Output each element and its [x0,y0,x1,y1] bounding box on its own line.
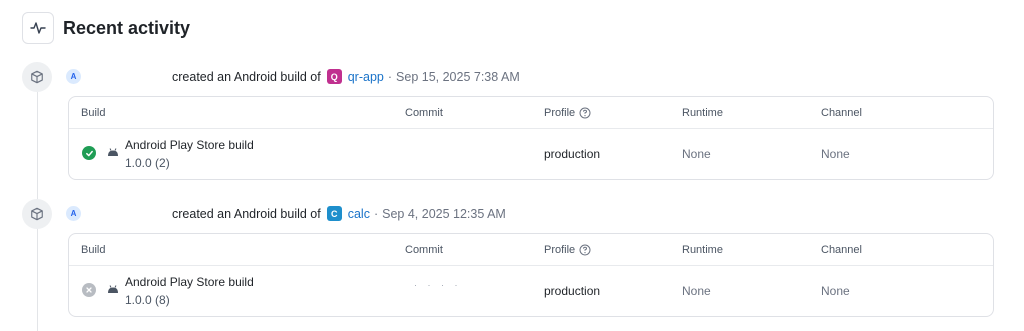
build-table: Build Commit Profile Runtime Channel And… [68,233,994,317]
username-redacted [85,70,172,84]
help-circle-icon[interactable] [579,107,591,119]
column-runtime: Runtime [682,107,723,119]
activity-action: created an Android build of [172,206,321,221]
build-table: Build Commit Profile Runtime Channel And… [68,96,994,180]
channel-value: None [821,284,850,298]
column-profile: Profile [544,244,591,256]
runtime-value: None [682,284,711,298]
android-icon [107,285,119,294]
separator: · [387,69,393,84]
app-badge: Q [326,69,342,84]
build-version: 1.0.0 (2) [125,156,170,170]
column-commit: Commit [405,244,443,256]
table-header: Build Commit Profile Runtime Channel [69,234,993,266]
timestamp: Sep 15, 2025 7:38 AM [396,69,520,84]
page-title: Recent activity [63,17,191,38]
success-check-icon [82,146,96,160]
app-link[interactable]: qr-app [348,70,384,84]
column-runtime: Runtime [682,244,723,256]
app-link[interactable]: calc [348,207,370,221]
recent-activity-header: Recent activity [22,12,190,44]
activity-meta: A created an Android build of C calc · S… [66,206,506,221]
help-circle-icon[interactable] [579,244,591,256]
activity-action: created an Android build of [172,69,321,84]
column-profile: Profile [544,107,591,119]
android-icon [107,148,119,157]
avatar[interactable]: A [66,206,81,221]
table-row[interactable]: Android Play Store build 1.0.0 (8) · · ·… [69,266,993,316]
separator: · [373,206,379,221]
avatar[interactable]: A [66,69,81,84]
column-profile-label: Profile [544,244,576,256]
activity-icon [22,12,54,44]
profile-value: production [544,147,601,161]
column-build: Build [81,244,106,256]
commit-value: · · · · [414,280,462,290]
timestamp: Sep 4, 2025 12:35 AM [382,206,506,221]
app-badge: C [326,206,342,221]
profile-value: production [544,284,601,298]
column-channel: Channel [821,107,862,119]
canceled-x-icon [82,283,96,297]
channel-value: None [821,147,850,161]
column-commit: Commit [405,107,443,119]
column-channel: Channel [821,244,862,256]
activity-meta: A created an Android build of Q qr-app ·… [66,69,520,84]
column-build: Build [81,107,106,119]
build-version: 1.0.0 (8) [125,293,170,307]
runtime-value: None [682,147,711,161]
build-box-icon [22,199,52,229]
column-profile-label: Profile [544,107,576,119]
build-box-icon [22,62,52,92]
username-redacted [85,207,172,221]
table-row[interactable]: Android Play Store build 1.0.0 (2) produ… [69,129,993,179]
build-name[interactable]: Android Play Store build [125,275,254,289]
table-header: Build Commit Profile Runtime Channel [69,97,993,129]
build-name[interactable]: Android Play Store build [125,138,254,152]
